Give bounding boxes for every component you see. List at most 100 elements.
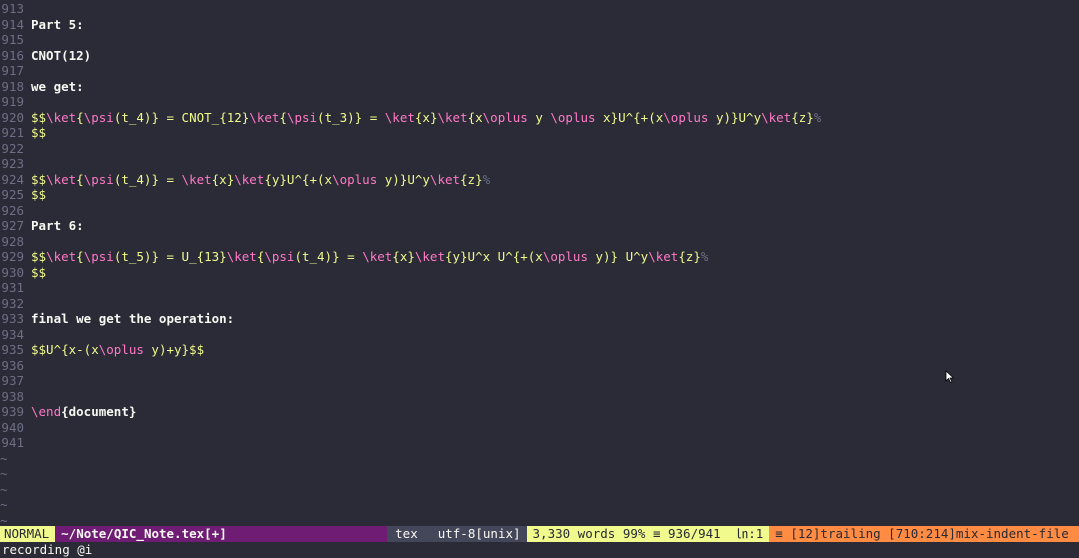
filetype-indicator: tex: [387, 526, 424, 542]
empty-buffer-marker: ~: [0, 466, 8, 481]
code-token: {z}: [791, 109, 814, 125]
line-number: 931: [1, 280, 24, 295]
code-line[interactable]: 941: [0, 435, 31, 451]
mouse-pointer-icon: [945, 370, 955, 384]
file-name: ~/Note/QIC_Note.tex[+]: [55, 526, 388, 542]
code-token: y: [527, 109, 551, 125]
status-separator: [423, 526, 432, 542]
code-token: \psi: [83, 171, 114, 187]
code-line[interactable]: 929 $$\ket{\psi(t_5)} = U_{13}\ket{\psi(t…: [0, 249, 708, 265]
code-line[interactable]: 915: [0, 32, 31, 48]
code-token: $$: [31, 109, 47, 125]
line-number: 932: [1, 295, 24, 311]
line-number: 913: [1, 1, 24, 16]
code-line[interactable]: 918 we get:: [0, 78, 84, 95]
code-line[interactable]: 924 $$\ket{\psi(t_4)} = \ket{x}\ket{y}U^{…: [0, 172, 490, 188]
code-token: y)}U^y: [377, 171, 430, 187]
code-token: \oplus: [542, 249, 588, 264]
code-line[interactable]: 938: [0, 389, 31, 405]
code-token: {x}: [392, 249, 415, 264]
code-line[interactable]: 923: [0, 156, 31, 172]
status-line: NORMAL ~/Note/QIC_Note.tex[+] tex utf-8[…: [0, 526, 1079, 542]
code-token: \ket: [414, 249, 445, 264]
code-token: {: [76, 109, 84, 125]
code-token: \ket: [362, 249, 393, 264]
code-line[interactable]: 919: [0, 94, 31, 110]
code-line[interactable]: 916 CNOT(12): [0, 48, 91, 64]
code-token: \ket: [648, 249, 679, 264]
line-number: 920: [1, 109, 24, 125]
code-token: \psi: [264, 249, 295, 264]
code-token: $$: [31, 264, 47, 280]
empty-buffer-marker: ~: [0, 497, 8, 512]
code-line[interactable]: 920 $$\ket{\psi(t_4)} = CNOT_{12}\ket{\ps…: [0, 110, 821, 126]
code-line[interactable]: 930 $$: [0, 265, 46, 281]
line-number: 934: [1, 326, 24, 342]
code-token: $$: [31, 125, 47, 140]
code-line[interactable]: 932: [0, 296, 31, 312]
line-number: 914: [1, 16, 24, 32]
code-line[interactable]: 935 $$U^{x-(x\oplus y)+y}$$: [0, 342, 204, 358]
code-token: \ket: [46, 109, 77, 125]
code-line[interactable]: 913: [0, 1, 31, 17]
line-number: 919: [1, 94, 24, 109]
code-token: \ket: [46, 171, 77, 187]
code-line[interactable]: 922: [0, 141, 31, 157]
line-number: 917: [1, 63, 24, 78]
code-token: {z}: [678, 249, 701, 264]
code-token: $$: [31, 187, 47, 202]
code-token: CNOT(12): [31, 47, 92, 63]
code-token: y)+y}$$: [143, 342, 205, 357]
code-token: we get:: [31, 78, 84, 94]
code-line[interactable]: 939 \end{document}: [0, 404, 136, 420]
code-token: %: [482, 171, 491, 187]
line-number: 928: [1, 233, 24, 249]
code-line[interactable]: 931: [0, 280, 31, 296]
code-token: {document}: [61, 404, 137, 419]
code-token: {x}: [414, 109, 438, 125]
code-line[interactable]: 933 final we get the operation:: [0, 311, 234, 327]
code-token: \oplus: [332, 171, 378, 187]
code-token: %: [700, 249, 709, 264]
code-token: y)} U^y: [587, 249, 649, 264]
mode-indicator: NORMAL: [0, 526, 56, 542]
code-line[interactable]: 927 Part 6:: [0, 218, 83, 234]
code-token: \oplus: [482, 109, 528, 125]
code-token: %: [813, 109, 822, 125]
code-line[interactable]: 934: [0, 327, 31, 343]
code-line[interactable]: 937: [0, 373, 31, 389]
code-line[interactable]: 928: [0, 234, 31, 250]
code-line[interactable]: 940: [0, 420, 31, 436]
warning-indicator: ≡ [12]trailing [710:214]mix-indent-file: [769, 526, 1079, 542]
code-token: \oplus: [663, 109, 709, 125]
code-line[interactable]: 936: [0, 358, 31, 374]
code-token: \oplus: [98, 342, 144, 357]
code-line[interactable]: 925 $$: [0, 187, 46, 203]
code-token: {: [76, 249, 84, 264]
code-token: final we get the operation:: [31, 311, 235, 326]
line-number: 922: [1, 140, 24, 156]
code-token: \ket: [181, 171, 212, 187]
line-number: 925: [1, 187, 24, 202]
code-token: {y}U^{+(x: [264, 171, 333, 187]
code-token: {x: [467, 109, 483, 125]
line-number: 933: [1, 311, 24, 326]
line-number: 939: [1, 404, 24, 419]
code-line[interactable]: 917: [0, 63, 31, 79]
code-token: \ket: [46, 249, 77, 264]
code-line[interactable]: 914 Part 5:: [0, 16, 83, 33]
command-line[interactable]: recording @i: [0, 542, 1079, 558]
code-token: = U_{13}: [158, 249, 227, 264]
encoding-indicator: utf-8[unix]: [431, 526, 527, 542]
code-token: (t_5)}: [113, 249, 159, 264]
code-token: \ket: [234, 171, 265, 187]
code-line[interactable]: 921 $$: [0, 125, 46, 141]
code-token: \ket: [761, 109, 792, 125]
code-token: (t_3)}: [317, 109, 363, 125]
code-token: {z}: [460, 171, 483, 187]
editor-buffer[interactable]: 913 914 Part 5: 915 916 CNOT(12) 917 918 we get:…: [0, 0, 1079, 528]
code-token: \ket: [384, 109, 415, 125]
code-token: }: [151, 109, 159, 125]
code-line[interactable]: 926: [0, 203, 31, 219]
empty-buffer-marker: ~: [0, 450, 8, 466]
